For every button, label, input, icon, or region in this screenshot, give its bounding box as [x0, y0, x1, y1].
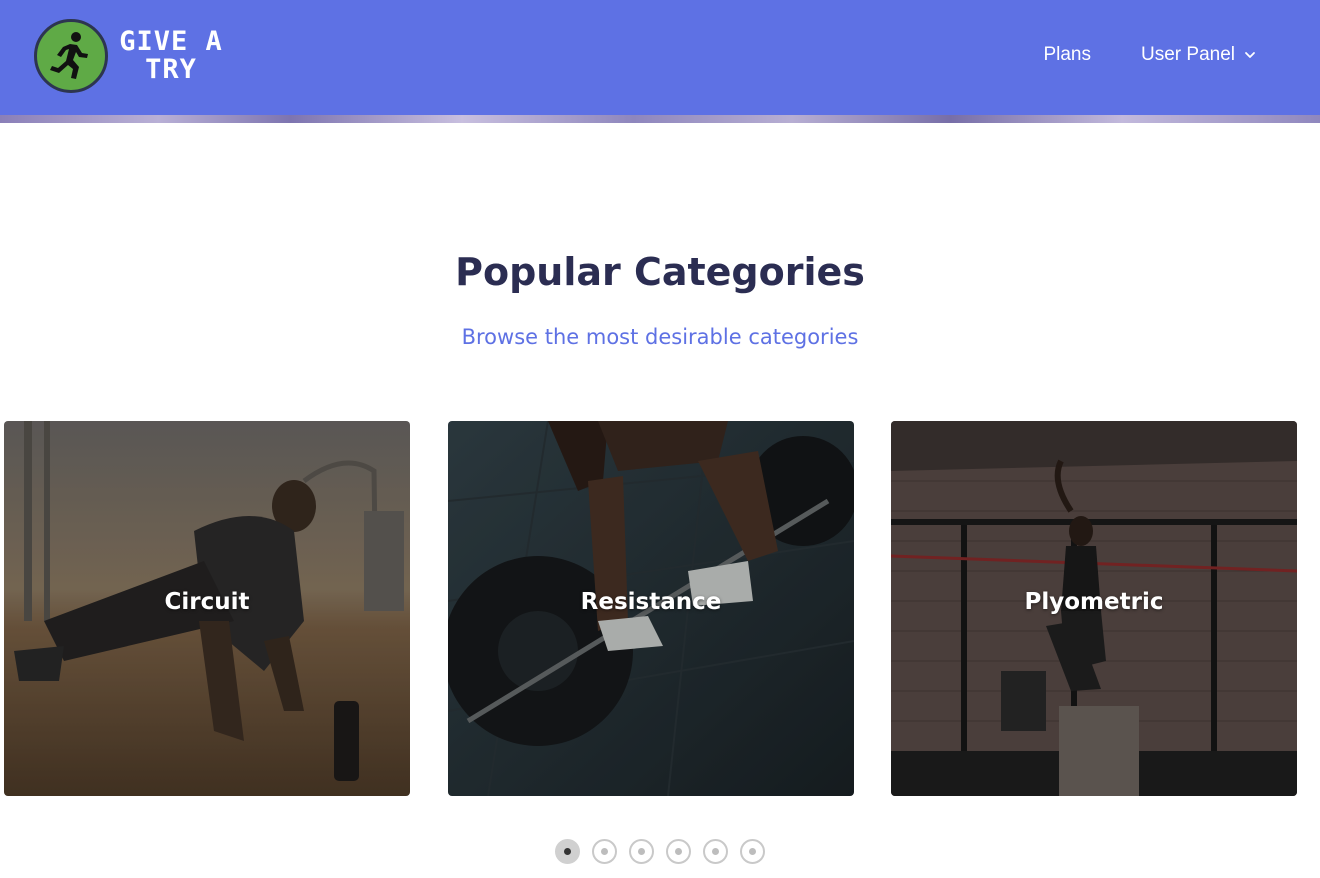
- main-nav: Plans User Panel: [1043, 44, 1256, 66]
- logo-text: GIVE A TRY: [115, 28, 227, 84]
- nav-user-panel-dropdown[interactable]: User Panel: [1141, 44, 1256, 66]
- nav-plans-link[interactable]: Plans: [1043, 44, 1091, 66]
- carousel-dot-1[interactable]: [555, 839, 580, 864]
- category-carousel: Circuit Resistance Plyometric: [0, 421, 1320, 796]
- category-label: Resistance: [580, 589, 722, 615]
- nav-plans-label: Plans: [1043, 44, 1091, 65]
- hero-image-strip: [0, 115, 1320, 123]
- site-header: GIVE A TRY Plans User Panel: [0, 0, 1320, 115]
- category-label: Plyometric: [1024, 589, 1164, 615]
- running-man-icon: [34, 19, 108, 93]
- site-logo[interactable]: GIVE A TRY: [34, 19, 227, 93]
- carousel-dot-5[interactable]: [703, 839, 728, 864]
- logo-line-2: TRY: [145, 54, 197, 85]
- nav-user-panel-label: User Panel: [1141, 44, 1235, 65]
- carousel-dot-3[interactable]: [629, 839, 654, 864]
- carousel-dot-4[interactable]: [666, 839, 691, 864]
- category-card-circuit[interactable]: Circuit: [4, 421, 410, 796]
- category-card-resistance[interactable]: Resistance: [448, 421, 854, 796]
- carousel-pagination: [0, 839, 1320, 864]
- chevron-down-icon: [1245, 52, 1255, 58]
- logo-line-1: GIVE A: [119, 26, 223, 57]
- carousel-dot-6[interactable]: [740, 839, 765, 864]
- category-label: Circuit: [164, 589, 250, 615]
- carousel-dot-2[interactable]: [592, 839, 617, 864]
- category-card-plyometric[interactable]: Plyometric: [891, 421, 1297, 796]
- section-title: Popular Categories: [455, 250, 865, 294]
- section-subtitle: Browse the most desirable categories: [461, 325, 859, 349]
